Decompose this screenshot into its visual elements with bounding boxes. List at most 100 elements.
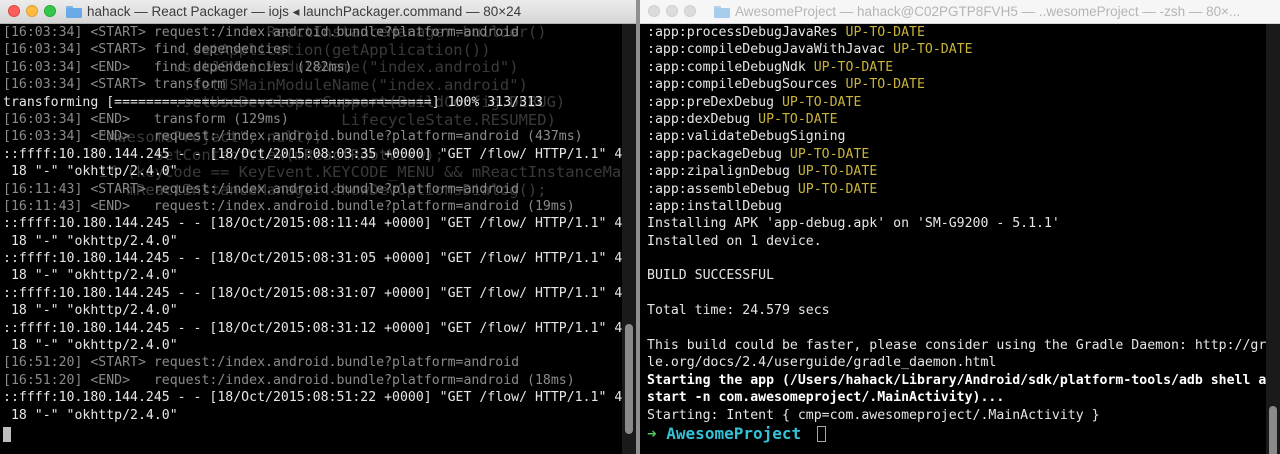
- window-title: hahack — React Packager — iojs ◂ launchP…: [66, 4, 521, 20]
- output-line: :app:preDexDebug UP-TO-DATE: [647, 94, 1266, 111]
- close-button[interactable]: [8, 5, 20, 17]
- window-titlebar[interactable]: hahack — React Packager — iojs ◂ launchP…: [0, 0, 636, 24]
- output-text: UP-TO-DATE: [781, 94, 862, 110]
- output-line: [16:03:34] <END> request:/index.android.…: [3, 128, 622, 145]
- output-line: start -n com.awesomeproject/.MainActivit…: [647, 389, 1266, 406]
- output-line: :app:dexDebug UP-TO-DATE: [647, 111, 1266, 128]
- text-cursor: [3, 426, 11, 442]
- output-text: [16:03:34] <START> transform: [3, 77, 226, 93]
- output-text: Starting: Intent { cmp=com.awesomeprojec…: [647, 407, 1100, 423]
- output-text: :app:compileDebugSources: [647, 77, 846, 93]
- terminal-output[interactable]: [16:03:34] <START> request:/index.androi…: [0, 24, 622, 454]
- cursor-line: [3, 424, 622, 442]
- output-text: [16:03:34] <END> request:/index.android.…: [3, 129, 583, 145]
- output-text: [16:03:34] <END> find dependencies (282m…: [3, 59, 353, 75]
- output-lines: :app:processDebugJavaRes UP-TO-DATE:app:…: [643, 24, 1266, 424]
- minimize-button[interactable]: [26, 5, 38, 17]
- window-titlebar[interactable]: AwesomeProject — hahack@C02PGTP8FVH5 — .…: [640, 0, 1280, 24]
- scrollbar-thumb[interactable]: [625, 324, 633, 434]
- output-line: [16:03:34] <START> request:/index.androi…: [3, 24, 622, 41]
- scrollbar-thumb[interactable]: [1269, 406, 1277, 454]
- output-text: UP-TO-DATE: [813, 59, 894, 75]
- output-line: :app:compileDebugJavaWithJavac UP-TO-DAT…: [647, 41, 1266, 58]
- output-text: [16:51:20] <END> request:/index.android.…: [3, 372, 575, 388]
- output-line: This build could be faster, please consi…: [647, 337, 1266, 354]
- output-line: ::ffff:10.180.144.245 - - [18/Oct/2015:0…: [3, 215, 622, 232]
- text-cursor: [816, 426, 826, 443]
- output-lines: [16:03:34] <START> request:/index.androi…: [3, 24, 622, 424]
- output-text: Starting the app (/Users/hahack/Library/…: [647, 372, 1266, 388]
- output-text: Installed on 1 device.: [647, 233, 822, 249]
- output-line: ::ffff:10.180.144.245 - - [18/Oct/2015:0…: [3, 320, 622, 337]
- output-text: This build could be faster, please consi…: [647, 338, 1266, 354]
- output-text: ::ffff:10.180.144.245 - - [18/Oct/2015:0…: [3, 285, 622, 301]
- window-title: AwesomeProject — hahack@C02PGTP8FVH5 — .…: [714, 4, 1240, 19]
- output-text: :app:dexDebug: [647, 111, 759, 127]
- output-text: :app:compileDebugJavaWithJavac: [647, 42, 894, 58]
- minimize-button[interactable]: [666, 5, 678, 17]
- output-line: :app:assembleDebug UP-TO-DATE: [647, 181, 1266, 198]
- output-line: transforming [==========================…: [3, 94, 622, 111]
- output-line: ::ffff:10.180.144.245 - - [18/Oct/2015:0…: [3, 389, 622, 406]
- output-line: [16:03:34] <START> find dependencies: [3, 41, 622, 58]
- output-text: Total time: 24.579 secs: [647, 303, 830, 319]
- terminal-window-zsh[interactable]: AwesomeProject — hahack@C02PGTP8FVH5 — .…: [640, 0, 1280, 454]
- output-text: UP-TO-DATE: [893, 42, 973, 58]
- output-line: [16:03:34] <END> transform (129ms): [3, 111, 622, 128]
- window-title-text: AwesomeProject — hahack@C02PGTP8FVH5 — .…: [735, 4, 1241, 19]
- zoom-button[interactable]: [684, 5, 696, 17]
- output-line: Total time: 24.579 secs: [647, 302, 1266, 319]
- output-line: ::ffff:10.180.144.245 - - [18/Oct/2015:0…: [3, 146, 622, 163]
- output-line: :app:compileDebugNdk UP-TO-DATE: [647, 59, 1266, 76]
- output-line: :app:processDebugJavaRes UP-TO-DATE: [647, 24, 1266, 41]
- scrollbar[interactable]: [1266, 24, 1280, 454]
- output-line: 18 "-" "okhttp/2.4.0": [3, 267, 622, 284]
- output-line: [16:03:34] <START> transform: [3, 76, 622, 93]
- output-text: :app:installDebug: [647, 198, 782, 214]
- output-line: [16:11:43] <START> request:/index.androi…: [3, 181, 622, 198]
- output-text: Installing APK 'app-debug.apk' on 'SM-G9…: [647, 216, 1060, 232]
- folder-icon: [66, 6, 82, 18]
- output-text: BUILD SUCCESSFUL: [647, 268, 775, 284]
- output-text: 18 "-" "okhttp/2.4.0": [3, 233, 178, 249]
- output-text: [16:11:43] <END> request:/index.android.…: [3, 198, 575, 214]
- output-line: Starting the app (/Users/hahack/Library/…: [647, 372, 1266, 389]
- output-text: UP-TO-DATE: [789, 146, 870, 162]
- output-line: 18 "-" "okhttp/2.4.0": [3, 337, 622, 354]
- close-button[interactable]: [648, 5, 660, 17]
- scrollbar[interactable]: [622, 24, 636, 454]
- output-text: [16:03:34] <END> transform (129ms): [3, 111, 289, 127]
- terminal-output[interactable]: :app:processDebugJavaRes UP-TO-DATE:app:…: [640, 24, 1266, 454]
- output-text: [16:03:34] <START> request:/index.androi…: [3, 25, 520, 40]
- output-line: 18 "-" "okhttp/2.4.0": [3, 163, 622, 180]
- output-text: ::ffff:10.180.144.245 - - [18/Oct/2015:0…: [3, 216, 622, 232]
- output-line: :app:installDebug: [647, 198, 1266, 215]
- output-line: :app:zipalignDebug UP-TO-DATE: [647, 163, 1266, 180]
- output-text: UP-TO-DATE: [845, 77, 925, 93]
- terminal-window-packager[interactable]: hahack — React Packager — iojs ◂ launchP…: [0, 0, 636, 454]
- output-text: :app:zipalignDebug: [647, 164, 798, 180]
- prompt-directory: AwesomeProject: [666, 423, 802, 443]
- folder-icon: [714, 5, 730, 18]
- zoom-button[interactable]: [44, 5, 56, 17]
- output-text: :app:preDexDebug: [647, 94, 782, 110]
- output-text: 18 "-" "okhttp/2.4.0": [3, 407, 178, 423]
- traffic-lights: [648, 5, 702, 20]
- output-line: BUILD SUCCESSFUL: [647, 267, 1266, 284]
- output-text: :app:processDebugJavaRes: [647, 25, 846, 40]
- output-line: [16:11:43] <END> request:/index.android.…: [3, 198, 622, 215]
- output-text: ::ffff:10.180.144.245 - - [18/Oct/2015:0…: [3, 146, 622, 162]
- output-text: le.org/docs/2.4/userguide/gradle_daemon.…: [647, 355, 997, 371]
- prompt-line[interactable]: ➜ AwesomeProject: [643, 423, 1266, 443]
- output-text: 18 "-" "okhttp/2.4.0": [3, 338, 178, 354]
- output-line: :app:packageDebug UP-TO-DATE: [647, 146, 1266, 163]
- output-text: transforming [==========================…: [3, 94, 543, 110]
- output-line: le.org/docs/2.4/userguide/gradle_daemon.…: [647, 354, 1266, 371]
- traffic-lights: [8, 5, 62, 20]
- output-text: [16:11:43] <START> request:/index.androi…: [3, 181, 520, 197]
- output-line: [16:51:20] <END> request:/index.android.…: [3, 372, 622, 389]
- output-text: 18 "-" "okhttp/2.4.0": [3, 164, 178, 180]
- output-line: [16:03:34] <END> find dependencies (282m…: [3, 59, 622, 76]
